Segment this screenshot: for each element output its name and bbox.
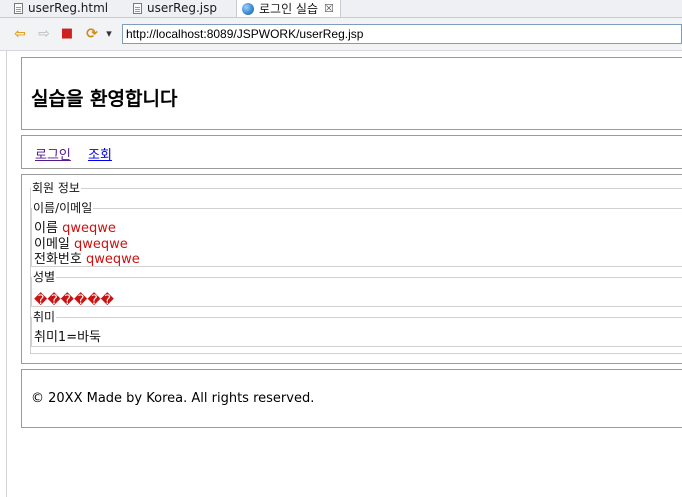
gender-value: ������ [34, 293, 114, 308]
phone-value: qweqwe [85, 252, 140, 267]
back-arrow-icon[interactable]: ⇦ [12, 26, 28, 42]
name-row: 이름 qweqwe [34, 221, 116, 236]
gender-fieldset: 성별 [31, 271, 682, 307]
name-email-legend: 이름/이메일 [33, 201, 93, 215]
email-value: qweqwe [74, 237, 128, 252]
tab-label: userReg.jsp [147, 1, 217, 15]
tab-userreg-jsp[interactable]: userReg.jsp [133, 0, 217, 16]
url-input[interactable]: http://localhost:8089/JSPWORK/userReg.js… [122, 24, 682, 44]
chevron-down-icon[interactable]: ▾ [101, 26, 117, 42]
name-label: 이름 [34, 221, 58, 236]
gender-legend: 성별 [33, 270, 56, 284]
content-section: 회원 정보 이름/이메일 이름 qweqwe 이메일 qweqwe 전화번호 q… [21, 174, 682, 364]
tab-label: userReg.html [28, 1, 109, 15]
page-title: 실습을 환영합니다 [31, 88, 178, 110]
tab-login-practice[interactable]: 로그인 실습 ☒ [236, 0, 341, 17]
page-footer: © 20XX Made by Korea. All rights reserve… [21, 369, 682, 428]
globe-icon [242, 2, 254, 15]
stop-icon[interactable]: ■ [59, 26, 75, 42]
page-left-border [6, 51, 7, 497]
phone-row: 전화번호 qweqwe [34, 252, 140, 267]
footer-copyright: © 20XX Made by Korea. All rights reserve… [31, 391, 315, 406]
browser-toolbar: ⇦ ⇨ ■ ⟳ ▾ http://localhost:8089/JSPWORK/… [0, 18, 682, 51]
tab-userreg-html[interactable]: userReg.html [14, 0, 108, 16]
page-header: 실습을 환영합니다 [21, 57, 682, 130]
member-info-legend: 회원 정보 [32, 181, 80, 195]
phone-label: 전화번호 [34, 252, 82, 267]
editor-tab-strip: userReg.html userReg.jsp 로그인 실습 ☒ [0, 0, 682, 18]
hobby-value: 취미1=바둑 [34, 330, 102, 345]
login-link[interactable]: 로그인 [35, 144, 71, 163]
search-link[interactable]: 조회 [88, 144, 112, 163]
close-icon[interactable]: ☒ [324, 2, 334, 16]
navigation-bar: 로그인 조회 [21, 135, 682, 169]
name-value: qweqwe [62, 221, 116, 236]
email-label: 이메일 [34, 237, 70, 252]
tab-label: 로그인 실습 [259, 1, 319, 16]
hobby-legend: 취미 [33, 310, 56, 324]
forward-arrow-icon[interactable]: ⇨ [36, 26, 52, 42]
hobby-fieldset: 취미 [31, 311, 682, 347]
email-row: 이메일 qweqwe [34, 237, 128, 252]
document-icon [133, 2, 142, 14]
document-icon [14, 2, 23, 14]
refresh-icon[interactable]: ⟳ [84, 26, 100, 42]
